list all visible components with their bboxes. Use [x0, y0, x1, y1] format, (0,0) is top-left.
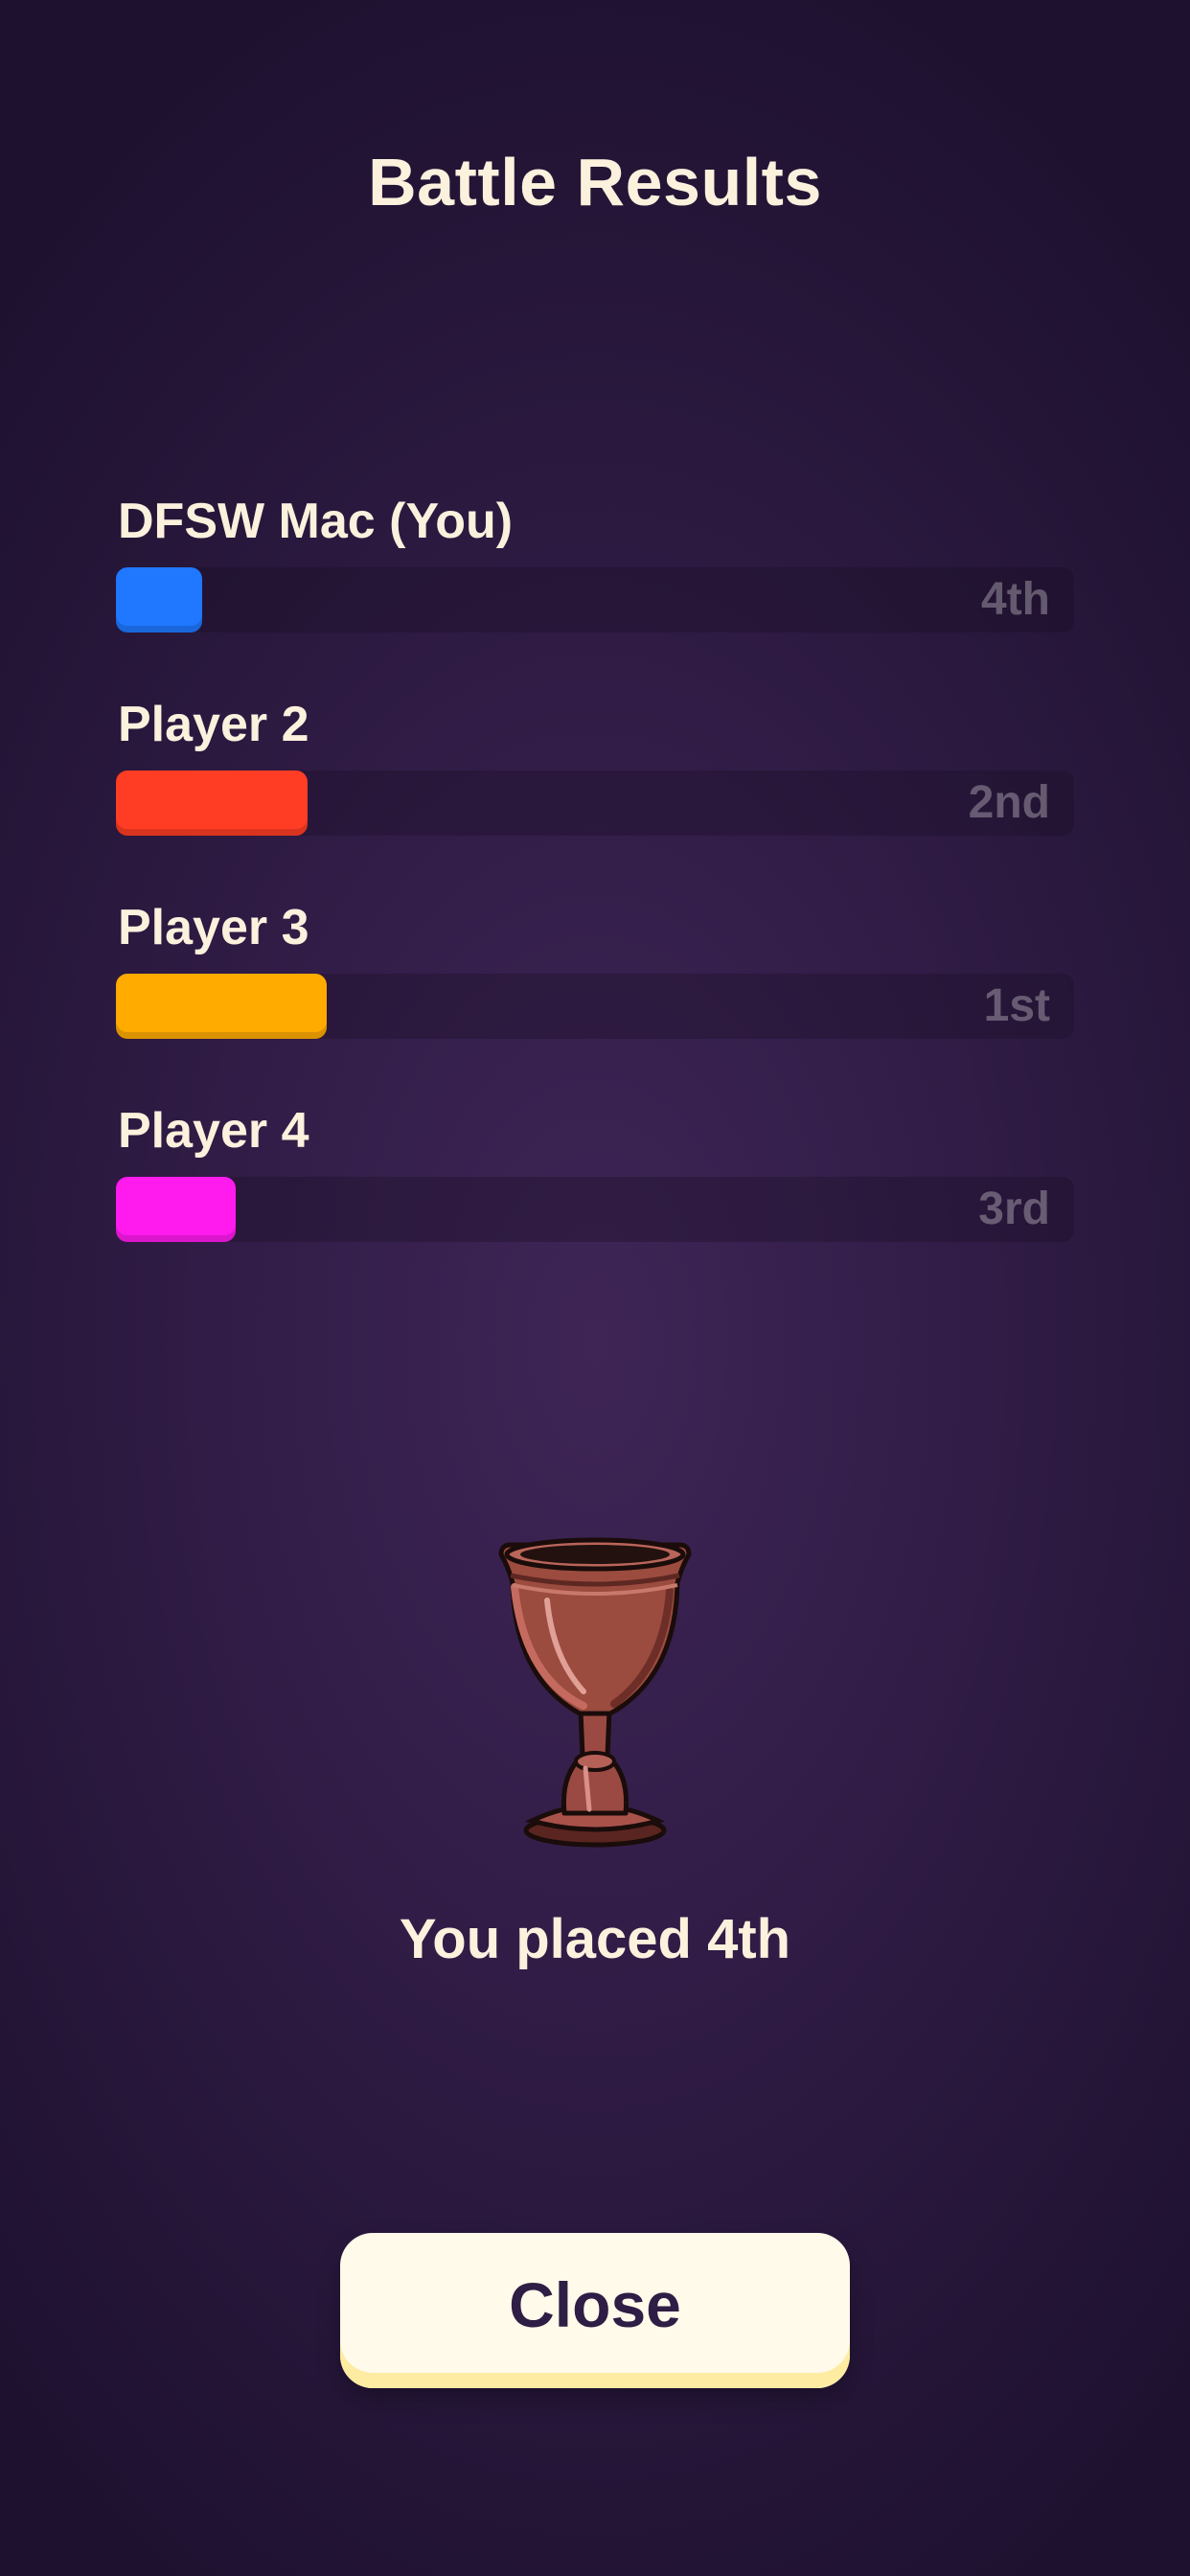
- progress-bar: [116, 567, 202, 632]
- close-button[interactable]: Close: [340, 2233, 850, 2388]
- placement-label: 4th: [981, 574, 1050, 625]
- progress-track: 1st: [116, 974, 1074, 1039]
- player-row: Player 3 1st: [116, 895, 1074, 1098]
- player-name: DFSW Mac (You): [118, 494, 514, 549]
- progress-track: 4th: [116, 567, 1074, 632]
- progress-bar: [116, 1177, 236, 1242]
- player-name: Player 3: [118, 900, 309, 955]
- placement-label: 3rd: [978, 1184, 1050, 1234]
- results-list: DFSW Mac (You) 4th Player 2 2nd Player 3…: [116, 489, 1074, 1301]
- player-name: Player 4: [118, 1103, 309, 1159]
- player-row: Player 4 3rd: [116, 1098, 1074, 1301]
- player-row: Player 2 2nd: [116, 692, 1074, 895]
- goblet-trophy-icon: [490, 1533, 700, 1850]
- player-row: DFSW Mac (You) 4th: [116, 489, 1074, 692]
- placement-result-text: You placed 4th: [399, 1908, 791, 1970]
- placement-label: 2nd: [968, 777, 1050, 828]
- placement-label: 1st: [983, 980, 1050, 1031]
- player-name: Player 2: [118, 697, 309, 752]
- progress-bar: [116, 770, 308, 836]
- progress-track: 2nd: [116, 770, 1074, 836]
- progress-bar: [116, 974, 327, 1039]
- progress-track: 3rd: [116, 1177, 1074, 1242]
- page-title: Battle Results: [368, 145, 822, 219]
